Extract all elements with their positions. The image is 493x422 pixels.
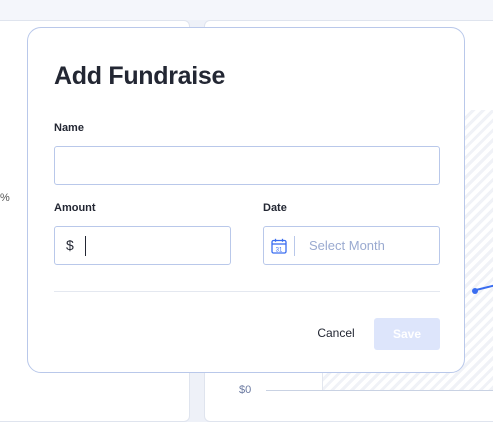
amount-label: Amount [54, 202, 96, 214]
date-picker-field[interactable]: 31 Select Month [263, 226, 440, 265]
modal-title: Add Fundraise [54, 62, 226, 90]
date-label: Date [263, 202, 287, 214]
currency-symbol: $ [66, 237, 74, 253]
name-label: Name [54, 122, 84, 134]
modal-divider [54, 291, 440, 292]
background-header [0, 0, 493, 20]
date-placeholder: Select Month [309, 238, 385, 253]
amount-field[interactable]: $ [54, 226, 231, 265]
name-field[interactable] [54, 146, 440, 185]
background-axis-label: $0 [239, 384, 252, 396]
save-button[interactable]: Save [374, 318, 440, 350]
date-field-separator [294, 236, 295, 256]
background-chart-point [472, 288, 478, 294]
calendar-day-text: 31 [276, 247, 283, 253]
cancel-button[interactable]: Cancel [311, 321, 361, 345]
background-chart-axis [266, 390, 493, 391]
add-fundraise-modal: Add Fundraise Name Amount $ Date 31 Sele… [27, 27, 465, 373]
calendar-icon[interactable]: 31 [271, 238, 287, 254]
background-percent-text: % [0, 192, 10, 204]
text-cursor [85, 236, 86, 256]
